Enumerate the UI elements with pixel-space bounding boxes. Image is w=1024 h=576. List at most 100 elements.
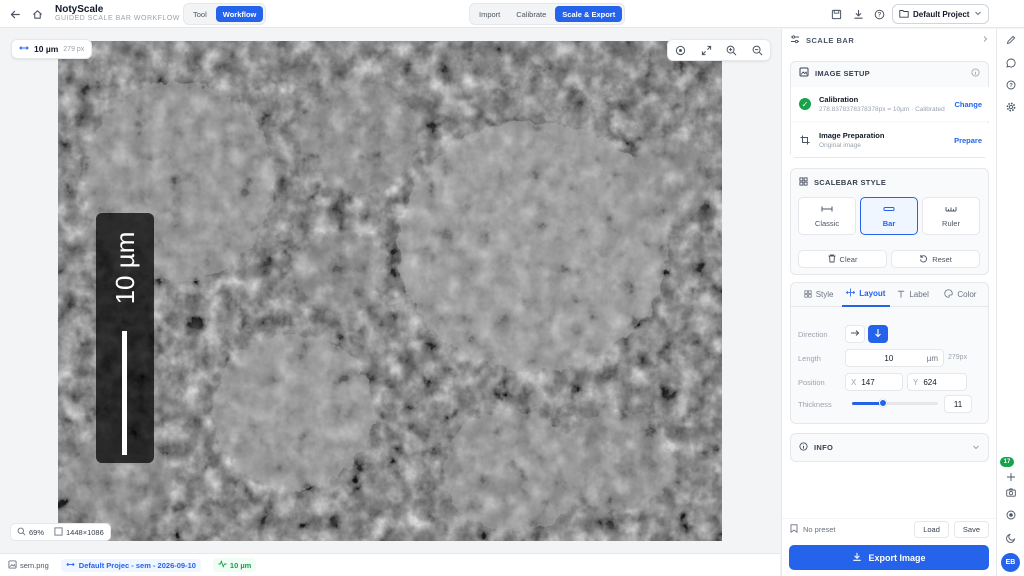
- calibration-detail: 278.8378378378378px = 10µm · Calibrated: [819, 106, 945, 113]
- tab-label[interactable]: Label: [890, 283, 937, 307]
- step-calibrate-tab[interactable]: Calibrate: [509, 6, 553, 22]
- direction-vertical-button[interactable]: [868, 325, 888, 343]
- length-unit: µm: [926, 353, 938, 363]
- svg-text:?: ?: [877, 12, 881, 18]
- position-x-value: 147: [861, 377, 875, 387]
- clear-button[interactable]: Clear: [798, 250, 887, 268]
- side-rail: ? 17 EB: [996, 29, 1024, 576]
- fit-expand-icon[interactable]: [699, 43, 713, 57]
- mode-workflow-button[interactable]: Workflow: [215, 6, 264, 22]
- classic-bar-icon: [821, 205, 833, 215]
- thickness-input[interactable]: 11: [944, 395, 972, 413]
- download-icon[interactable]: [850, 6, 866, 22]
- user-avatar[interactable]: EB: [1001, 553, 1020, 572]
- thickness-slider[interactable]: [852, 399, 938, 407]
- position-y-input[interactable]: Y 624: [907, 373, 967, 391]
- reset-button[interactable]: Reset: [891, 250, 980, 268]
- dimensions-icon: [54, 526, 63, 538]
- text-icon: [897, 290, 905, 300]
- position-x-input[interactable]: X 147: [845, 373, 903, 391]
- back-arrow-icon[interactable]: [7, 6, 23, 22]
- zoom-out-icon[interactable]: [750, 43, 764, 57]
- direction-label: Direction: [798, 330, 828, 339]
- mode-tool-button[interactable]: Tool: [186, 6, 214, 22]
- thickness-value: 11: [953, 399, 963, 409]
- sliders-icon: [790, 34, 800, 46]
- style-bar-label: Bar: [882, 218, 896, 228]
- home-icon[interactable]: [29, 6, 45, 22]
- layout-icon: [846, 288, 856, 299]
- export-image-label: Export Image: [868, 552, 926, 563]
- calibration-row: ✓ Calibration 278.8378378378378px = 10µm…: [791, 87, 990, 121]
- position-y-value: 624: [923, 377, 937, 387]
- scale-readout-value: 10 µm: [34, 44, 59, 54]
- step-import-tab[interactable]: Import: [472, 6, 507, 22]
- style-classic-button[interactable]: Classic: [798, 197, 856, 235]
- arrow-right-icon: [850, 329, 860, 339]
- reset-label: Reset: [932, 254, 952, 264]
- chevron-down-icon: [972, 443, 980, 453]
- save-preset-button[interactable]: Save: [953, 521, 989, 538]
- style-classic-label: Classic: [814, 218, 840, 228]
- pulse-icon: [218, 560, 227, 570]
- target-icon[interactable]: [674, 43, 688, 57]
- sem-image[interactable]: 10 µm: [58, 41, 722, 541]
- app-title: NotyScale: [55, 4, 104, 15]
- project-select[interactable]: Default Project: [892, 4, 989, 24]
- position-label: Position: [798, 378, 825, 387]
- style-ruler-button[interactable]: Ruler: [922, 197, 980, 235]
- info-card[interactable]: INFO: [790, 433, 989, 462]
- chevron-right-icon[interactable]: [981, 35, 989, 45]
- scalebar-label: 10 µm: [110, 231, 140, 305]
- length-px: 279px: [948, 354, 968, 361]
- camera-icon[interactable]: [1003, 484, 1019, 500]
- dark-mode-moon-icon[interactable]: [1003, 530, 1019, 546]
- bar-icon: [883, 205, 895, 215]
- image-setup-title: IMAGE SETUP: [815, 68, 870, 78]
- settings-gear-icon[interactable]: [1003, 99, 1019, 115]
- preset-row: No preset Load Save: [782, 518, 997, 540]
- save-icon[interactable]: [828, 6, 844, 22]
- length-input[interactable]: 10 µm: [845, 349, 944, 367]
- export-image-button[interactable]: Export Image: [789, 545, 989, 570]
- reset-icon: [919, 254, 928, 265]
- preparation-detail: Original image: [819, 142, 861, 149]
- load-preset-button[interactable]: Load: [914, 521, 949, 538]
- help-icon[interactable]: ?: [1003, 77, 1019, 93]
- edit-icon[interactable]: [1003, 32, 1019, 48]
- image-icon: [799, 67, 809, 79]
- zoom-in-icon[interactable]: [725, 43, 739, 57]
- tab-layout[interactable]: Layout: [842, 283, 890, 307]
- image-dimensions: 1448×1086: [66, 527, 104, 537]
- tab-color[interactable]: Color: [937, 283, 984, 307]
- record-icon[interactable]: [1003, 507, 1019, 523]
- panel-header[interactable]: SCALE BAR: [782, 29, 997, 51]
- thickness-slider-handle[interactable]: [878, 399, 887, 407]
- property-tabs: Style Layout Label Color: [791, 283, 988, 307]
- help-icon[interactable]: ?: [871, 6, 887, 22]
- clear-label: Clear: [839, 254, 858, 264]
- status-file: sem.png: [8, 559, 49, 571]
- direction-horizontal-button[interactable]: [845, 325, 865, 343]
- status-project[interactable]: Default Projec - sem - 2026-09-10: [60, 558, 201, 572]
- chat-icon[interactable]: [1003, 55, 1019, 71]
- horizontal-arrows-icon: [19, 44, 29, 54]
- style-bar-button[interactable]: Bar: [860, 197, 918, 235]
- info-circle-icon[interactable]: [971, 67, 980, 79]
- checkmark-icon: ✓: [799, 98, 811, 110]
- notification-badge[interactable]: 17: [1000, 457, 1014, 467]
- prepare-image-link[interactable]: Prepare: [954, 136, 982, 145]
- app-subtitle: GUIDED SCALE BAR WORKFLOW: [55, 15, 180, 22]
- ruler-icon: [945, 205, 957, 215]
- tab-style[interactable]: Style: [795, 283, 842, 307]
- sparkle-icon[interactable]: [1003, 469, 1019, 485]
- change-calibration-link[interactable]: Change: [954, 100, 982, 109]
- length-label: Length: [798, 354, 821, 363]
- info-header: INFO: [791, 434, 988, 461]
- step-scale-export-tab[interactable]: Scale & Export: [555, 6, 623, 22]
- horizontal-arrows-icon: [66, 561, 75, 570]
- image-info-chip: 69% 1448×1086: [10, 523, 111, 541]
- scale-readout-chip: 10 µm 279 px: [11, 39, 93, 59]
- tab-color-label: Color: [957, 290, 977, 299]
- length-value: 10: [884, 353, 894, 363]
